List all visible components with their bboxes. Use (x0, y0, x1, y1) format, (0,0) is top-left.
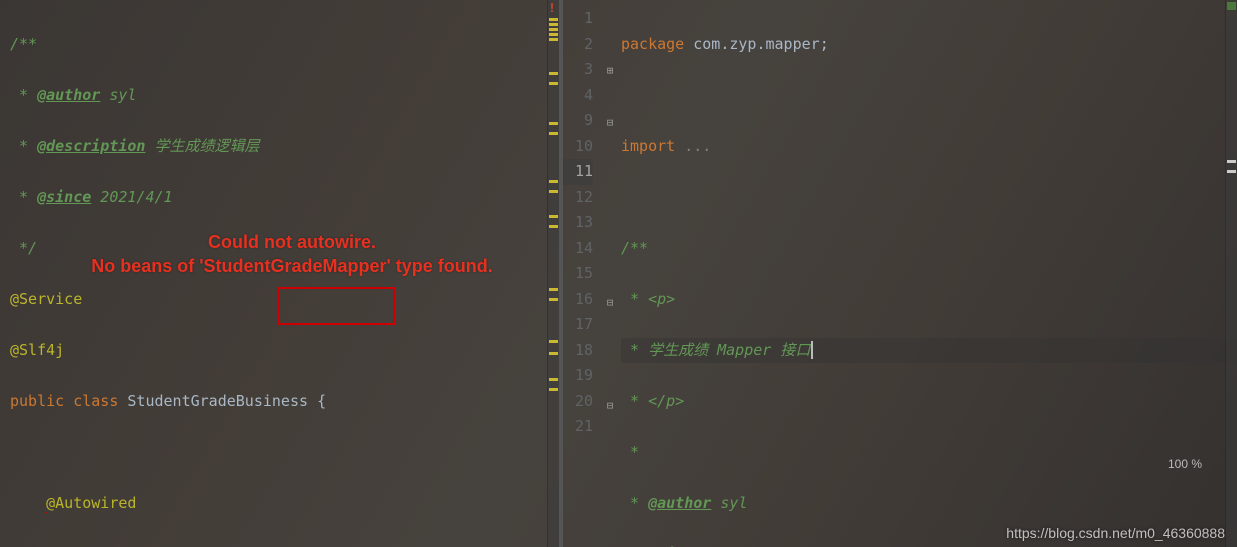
doc-since-tag: @since (37, 188, 91, 206)
service-annotation: @Service (10, 290, 82, 308)
right-editor-pane[interactable]: 1 2 3 4 9 10 11 12 13 14 15 16 17 18 19 … (563, 0, 1237, 547)
fold-icon[interactable]: ⊟ (604, 393, 616, 419)
doc-description-tag: @description (37, 137, 145, 155)
current-line: * 学生成绩 Mapper 接口 (621, 338, 1237, 364)
right-gutter[interactable] (1225, 0, 1237, 547)
autowired-annotation-error: @Autowired (46, 494, 136, 513)
right-code[interactable]: package com.zyp.mapper; import ... /** *… (563, 0, 1237, 547)
doc-author-tag: @author (37, 86, 100, 104)
line-numbers: 1 2 3 4 9 10 11 12 13 14 15 16 17 18 19 … (563, 0, 603, 440)
text-cursor (811, 341, 813, 359)
fold-icon[interactable]: ⊟ (604, 290, 616, 316)
fold-icon[interactable]: ⊟ (604, 110, 616, 136)
doc-start: /** (10, 35, 37, 53)
slf4j-annotation: @Slf4j (10, 341, 64, 359)
fold-column[interactable]: ⊞ ⊟ ⊟ ⊟ (603, 0, 617, 418)
left-editor-pane[interactable]: /** * @author syl * @description 学生成绩逻辑层… (0, 0, 560, 547)
fold-icon[interactable]: ⊞ (604, 58, 616, 84)
import-folded[interactable]: ... (684, 137, 711, 155)
doc-author-tag: @author (648, 494, 711, 512)
package-name: com.zyp.mapper (693, 35, 819, 53)
left-gutter[interactable]: ! (547, 0, 559, 547)
editor-split-view: /** * @author syl * @description 学生成绩逻辑层… (0, 0, 1237, 547)
error-indicator-icon[interactable]: ! (547, 2, 557, 14)
class-name: StudentGradeBusiness (127, 392, 317, 410)
zoom-indicator: 100 % (1168, 457, 1202, 471)
left-code[interactable]: /** * @author syl * @description 学生成绩逻辑层… (0, 0, 559, 547)
